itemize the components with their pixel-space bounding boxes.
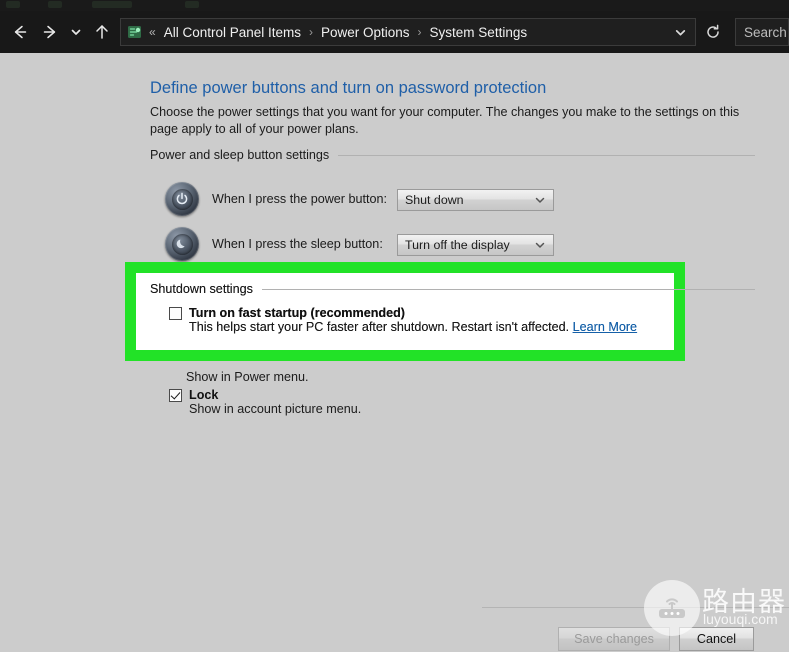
top-edge-artifact — [6, 1, 20, 8]
power-button-action-value: Shut down — [405, 193, 534, 207]
section-title: Shutdown settings — [150, 282, 262, 296]
fast-startup-description: This helps start your PC faster after sh… — [189, 320, 637, 334]
lock-checkbox[interactable] — [169, 389, 182, 402]
section-header-power-and-sleep: Power and sleep button settings — [150, 148, 755, 162]
address-bar[interactable]: « All Control Panel Items › Power Option… — [120, 18, 696, 46]
chevron-down-icon — [534, 239, 551, 251]
refresh-button[interactable] — [698, 18, 728, 46]
power-menu-note: Show in Power menu. — [186, 370, 309, 384]
window-top-edge — [0, 0, 789, 11]
address-dropdown-button[interactable] — [667, 19, 693, 45]
power-button-action-dropdown[interactable]: Shut down — [397, 189, 554, 211]
up-button[interactable] — [88, 18, 116, 46]
breadcrumb-item-all-control-panel-items[interactable]: All Control Panel Items — [161, 23, 304, 42]
watermark: 路由器 luyouqi.com — [644, 578, 789, 642]
section-title: Power and sleep button settings — [150, 148, 338, 162]
chevron-down-icon — [70, 26, 82, 38]
breadcrumb-item-power-options[interactable]: Power Options — [318, 23, 413, 42]
forward-button[interactable] — [36, 18, 64, 46]
back-button[interactable] — [6, 18, 34, 46]
section-header-shutdown-settings-overlay: Shutdown settings — [150, 282, 755, 296]
search-placeholder: Search Control P — [744, 25, 789, 40]
power-button-setting-label: When I press the power button: — [212, 192, 387, 206]
lock-label: Lock — [189, 388, 361, 402]
lock-row: Lock Show in account picture menu. — [169, 388, 361, 416]
page-intro-text: Choose the power settings that you want … — [150, 104, 750, 137]
sleep-button-icon — [165, 227, 199, 261]
back-arrow-icon — [11, 23, 29, 41]
navigation-buttons — [0, 18, 116, 46]
lock-description: Show in account picture menu. — [189, 402, 361, 416]
fast-startup-row-overlay: Turn on fast startup (recommended) This … — [169, 306, 637, 334]
system-settings-page: Define power buttons and turn on passwor… — [0, 53, 789, 652]
fast-startup-label: Turn on fast startup (recommended) — [189, 306, 637, 320]
sleep-button-setting-label: When I press the sleep button: — [212, 237, 383, 251]
router-icon — [644, 580, 700, 636]
explorer-toolbar: « All Control Panel Items › Power Option… — [0, 11, 789, 53]
breadcrumb-overflow[interactable]: « — [147, 25, 161, 39]
power-button-icon — [165, 182, 199, 216]
sleep-button-action-value: Turn off the display — [405, 238, 534, 252]
breadcrumb-separator: › — [304, 25, 318, 39]
breadcrumb-item-system-settings[interactable]: System Settings — [427, 23, 531, 42]
section-rule — [262, 289, 755, 290]
breadcrumb-separator: › — [413, 25, 427, 39]
lock-text: Lock Show in account picture menu. — [189, 388, 361, 416]
sleep-button-setting-row: When I press the sleep button: — [165, 227, 383, 261]
fast-startup-text: Turn on fast startup (recommended) This … — [189, 306, 637, 334]
forward-arrow-icon — [41, 23, 59, 41]
sleep-button-action-dropdown[interactable]: Turn off the display — [397, 234, 554, 256]
save-changes-label: Save changes — [574, 632, 654, 646]
search-control-panel-input[interactable]: Search Control P — [735, 18, 789, 46]
learn-more-link[interactable]: Learn More — [573, 320, 637, 334]
chevron-down-icon — [674, 26, 687, 39]
watermark-site: luyouqi.com — [703, 611, 778, 627]
control-panel-icon — [126, 23, 144, 41]
power-button-setting-row: When I press the power button: — [165, 182, 387, 216]
fast-startup-checkbox[interactable] — [169, 307, 182, 320]
top-edge-artifact — [185, 1, 199, 8]
refresh-icon — [705, 24, 721, 40]
section-rule — [338, 155, 755, 156]
fast-startup-description-text: This helps start your PC faster after sh… — [189, 320, 569, 334]
recent-locations-button[interactable] — [66, 18, 86, 46]
chevron-down-icon — [534, 194, 551, 206]
top-edge-artifact — [92, 1, 132, 8]
top-edge-artifact — [48, 1, 62, 8]
page-title: Define power buttons and turn on passwor… — [150, 79, 546, 98]
up-arrow-icon — [93, 23, 111, 41]
